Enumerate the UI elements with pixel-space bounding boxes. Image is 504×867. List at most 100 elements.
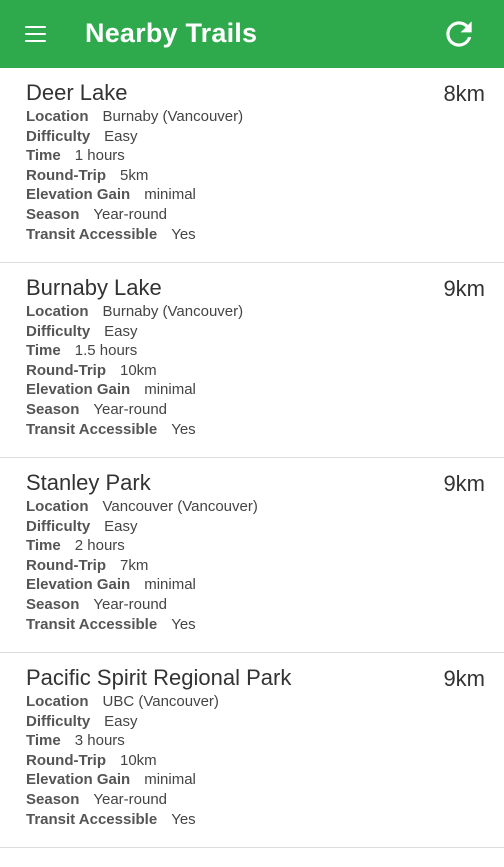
detail-row-round-trip: Round-Trip 7km	[26, 556, 258, 576]
trail-card[interactable]: Pacific Spirit Regional Park 9km Location U…	[0, 653, 504, 848]
elevation-gain-value: minimal	[144, 381, 196, 399]
time-label: Time	[26, 342, 61, 360]
detail-row-difficulty: Difficulty Easy	[26, 127, 243, 147]
season-label: Season	[26, 205, 80, 223]
trail-list: Deer Lake 8km Location Burnaby (Vancouver) D…	[0, 68, 504, 848]
detail-row-transit-accessible: Transit Accessible Yes	[26, 420, 243, 440]
trail-card[interactable]: Stanley Park 9km Location Vancouver (Vancou…	[0, 458, 504, 653]
elevation-gain-value: minimal	[144, 186, 196, 204]
hamburger-menu-icon[interactable]	[16, 18, 56, 50]
time-label: Time	[26, 537, 61, 555]
round-trip-value: 10km	[119, 361, 157, 379]
trail-distance: 9km	[443, 471, 485, 496]
trail-name: Pacific Spirit Regional Park	[26, 665, 292, 690]
detail-row-difficulty: Difficulty Easy	[26, 322, 243, 342]
time-value: 3 hours	[74, 732, 125, 750]
elevation-gain-value: minimal	[144, 576, 196, 594]
trail-distance: 8km	[443, 81, 485, 106]
trail-distance: 9km	[443, 666, 485, 691]
round-trip-label: Round-Trip	[26, 556, 106, 574]
transit-accessible-label: Transit Accessible	[26, 225, 158, 243]
trail-details: Location UBC (Vancouver) Difficulty Easy Tim…	[26, 692, 219, 829]
elevation-gain-label: Elevation Gain	[26, 771, 131, 789]
time-value: 2 hours	[74, 537, 125, 555]
detail-row-round-trip: Round-Trip 10km	[26, 751, 219, 771]
trail-name: Deer Lake	[26, 80, 128, 105]
round-trip-label: Round-Trip	[26, 361, 106, 379]
trail-card[interactable]: Burnaby Lake 9km Location Burnaby (Vancouve…	[0, 263, 504, 458]
round-trip-value: 10km	[119, 751, 157, 769]
difficulty-value: Easy	[104, 517, 138, 535]
time-value: 1 hours	[74, 147, 125, 165]
detail-row-elevation-gain: Elevation Gain minimal	[26, 575, 258, 595]
transit-accessible-value: Yes	[171, 420, 196, 438]
detail-row-location: Location Burnaby (Vancouver)	[26, 107, 243, 127]
detail-row-time: Time 3 hours	[26, 731, 219, 751]
refresh-icon[interactable]	[440, 15, 478, 53]
detail-row-difficulty: Difficulty Easy	[26, 517, 258, 537]
transit-accessible-label: Transit Accessible	[26, 420, 158, 438]
transit-accessible-value: Yes	[171, 810, 196, 828]
detail-row-season: Season Year-round	[26, 595, 258, 615]
trail-card[interactable]: Deer Lake 8km Location Burnaby (Vancouver) D…	[0, 68, 504, 263]
detail-row-transit-accessible: Transit Accessible Yes	[26, 225, 243, 245]
difficulty-value: Easy	[104, 712, 138, 730]
trail-distance: 9km	[443, 276, 485, 301]
trail-name: Stanley Park	[26, 470, 151, 495]
detail-row-location: Location Vancouver (Vancouver)	[26, 497, 258, 517]
season-label: Season	[26, 595, 80, 613]
season-label: Season	[26, 790, 80, 808]
page-title: Nearby Trails	[85, 18, 258, 48]
time-label: Time	[26, 147, 61, 165]
elevation-gain-value: minimal	[144, 771, 196, 789]
trail-details: Location Burnaby (Vancouver) Difficulty Eas…	[26, 302, 243, 439]
difficulty-label: Difficulty	[26, 517, 91, 535]
location-label: Location	[26, 693, 89, 710]
time-value: 1.5 hours	[74, 342, 138, 360]
detail-row-difficulty: Difficulty Easy	[26, 712, 219, 732]
detail-row-time: Time 1.5 hours	[26, 341, 243, 361]
time-label: Time	[26, 732, 61, 750]
detail-row-elevation-gain: Elevation Gain minimal	[26, 185, 243, 205]
season-label: Season	[26, 400, 80, 418]
detail-row-time: Time 1 hours	[26, 146, 243, 166]
detail-row-season: Season Year-round	[26, 205, 243, 225]
location-label: Location	[26, 498, 89, 515]
trail-details: Location Burnaby (Vancouver) Difficulty Eas…	[26, 107, 243, 244]
location-label: Location	[26, 303, 89, 320]
location-label: Location	[26, 108, 89, 125]
detail-row-transit-accessible: Transit Accessible Yes	[26, 615, 258, 635]
location-value: Vancouver (Vancouver)	[102, 498, 258, 515]
detail-row-location: Location UBC (Vancouver)	[26, 692, 219, 712]
round-trip-value: 5km	[119, 166, 149, 184]
detail-row-elevation-gain: Elevation Gain minimal	[26, 380, 243, 400]
season-value: Year-round	[93, 790, 168, 808]
round-trip-value: 7km	[119, 556, 149, 574]
elevation-gain-label: Elevation Gain	[26, 576, 131, 594]
location-value: Burnaby (Vancouver)	[102, 108, 244, 125]
difficulty-label: Difficulty	[26, 712, 91, 730]
location-value: UBC (Vancouver)	[102, 693, 219, 710]
detail-row-season: Season Year-round	[26, 400, 243, 420]
trail-name: Burnaby Lake	[26, 275, 162, 300]
detail-row-elevation-gain: Elevation Gain minimal	[26, 770, 219, 790]
elevation-gain-label: Elevation Gain	[26, 381, 131, 399]
difficulty-value: Easy	[104, 127, 138, 145]
detail-row-season: Season Year-round	[26, 790, 219, 810]
round-trip-label: Round-Trip	[26, 166, 106, 184]
detail-row-location: Location Burnaby (Vancouver)	[26, 302, 243, 322]
transit-accessible-label: Transit Accessible	[26, 615, 158, 633]
trail-details: Location Vancouver (Vancouver) Difficulty E…	[26, 497, 258, 634]
detail-row-transit-accessible: Transit Accessible Yes	[26, 810, 219, 830]
difficulty-label: Difficulty	[26, 127, 91, 145]
location-value: Burnaby (Vancouver)	[102, 303, 244, 320]
transit-accessible-label: Transit Accessible	[26, 810, 158, 828]
round-trip-label: Round-Trip	[26, 751, 106, 769]
transit-accessible-value: Yes	[171, 615, 196, 633]
detail-row-time: Time 2 hours	[26, 536, 258, 556]
difficulty-label: Difficulty	[26, 322, 91, 340]
season-value: Year-round	[93, 400, 168, 418]
detail-row-round-trip: Round-Trip 10km	[26, 361, 243, 381]
season-value: Year-round	[93, 205, 168, 223]
elevation-gain-label: Elevation Gain	[26, 186, 131, 204]
